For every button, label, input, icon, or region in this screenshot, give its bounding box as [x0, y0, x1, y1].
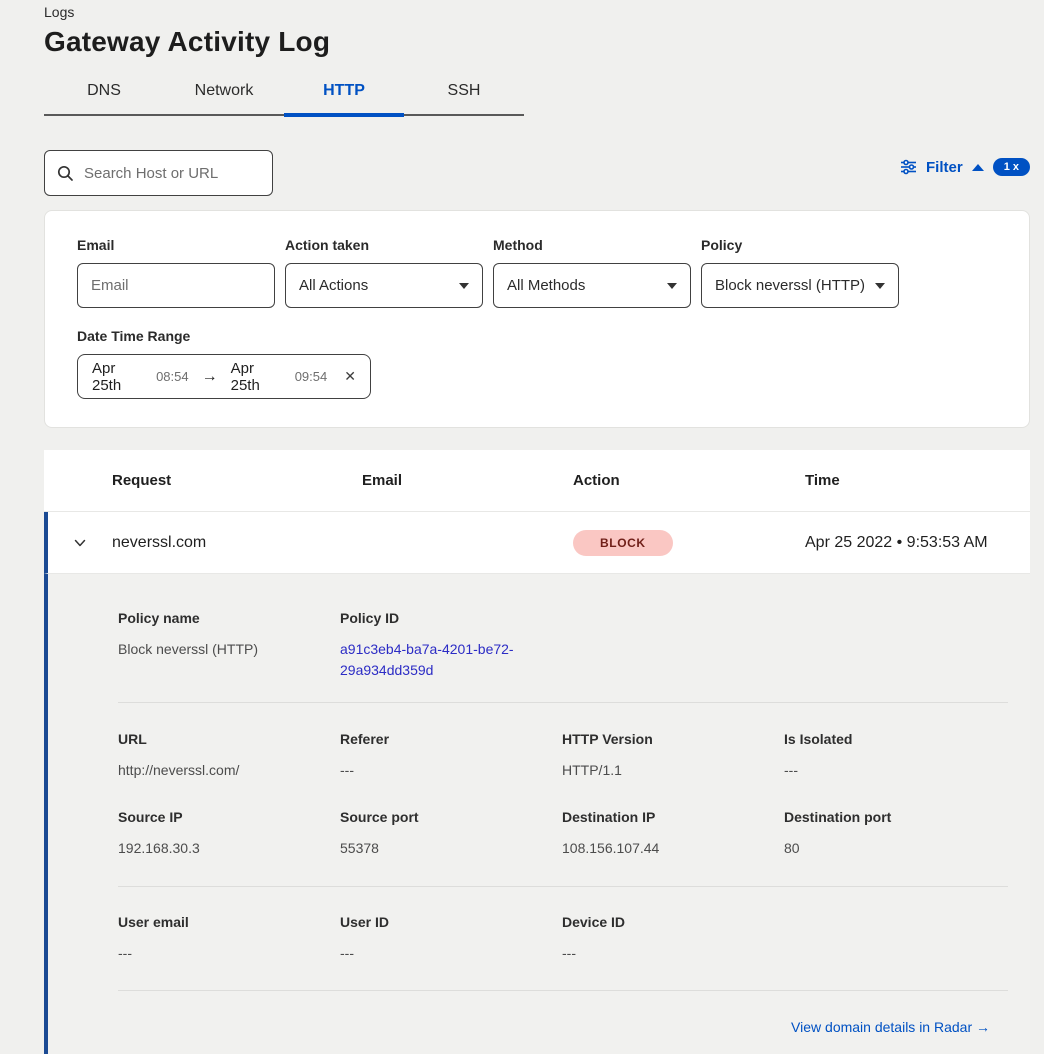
- gateway-activity-log-page: Logs Gateway Activity Log DNS Network HT…: [0, 0, 1044, 1054]
- is-isolated-label: Is Isolated: [784, 731, 1008, 747]
- header-time: Time: [805, 472, 1030, 489]
- destination-port-label: Destination port: [784, 809, 1008, 825]
- date-time-range-label: Date Time Range: [77, 328, 997, 344]
- device-id-value: ---: [562, 943, 784, 964]
- user-email-label: User email: [118, 914, 340, 930]
- filter-action-group: Action taken All Actions: [285, 237, 483, 308]
- policy-name-value: Block neverssl (HTTP): [118, 639, 340, 660]
- filter-method-group: Method All Methods: [493, 237, 691, 308]
- filter-policy-group: Policy Block neverssl (HTTP): [701, 237, 899, 308]
- user-id-field: User ID ---: [340, 914, 562, 964]
- url-field: URL http://neverssl.com/: [118, 731, 340, 781]
- source-ip-label: Source IP: [118, 809, 340, 825]
- destination-port-field: Destination port 80: [784, 809, 1008, 859]
- referer-field: Referer ---: [340, 731, 562, 781]
- chevron-up-icon: [972, 164, 984, 171]
- method-value: All Methods: [507, 277, 585, 294]
- filter-toggle[interactable]: Filter 1 x: [900, 158, 1030, 176]
- tab-network[interactable]: Network: [164, 74, 284, 114]
- source-ip-value: 192.168.30.3: [118, 838, 340, 859]
- end-time: 09:54: [295, 369, 328, 384]
- date-range-picker[interactable]: Apr 25th 08:54 → Apr 25th 09:54 ✕: [77, 354, 371, 399]
- destination-ip-label: Destination IP: [562, 809, 784, 825]
- search-icon: [57, 165, 74, 182]
- policy-value: Block neverssl (HTTP): [715, 277, 865, 294]
- is-isolated-field: Is Isolated ---: [784, 731, 1008, 781]
- tab-ssh[interactable]: SSH: [404, 74, 524, 114]
- filter-sliders-icon: [900, 159, 917, 175]
- policy-id-link[interactable]: a91c3eb4-ba7a-4201-be72-29a934dd359d: [340, 639, 540, 681]
- chevron-down-icon: [459, 283, 469, 289]
- action-taken-value: All Actions: [299, 277, 368, 294]
- policy-name-label: Policy name: [118, 610, 340, 626]
- page-title: Gateway Activity Log: [44, 26, 330, 58]
- range-arrow-icon: →: [202, 368, 218, 386]
- user-id-value: ---: [340, 943, 562, 964]
- referer-label: Referer: [340, 731, 562, 747]
- user-id-label: User ID: [340, 914, 562, 930]
- http-version-label: HTTP Version: [562, 731, 784, 747]
- policy-name-field: Policy name Block neverssl (HTTP): [118, 610, 340, 681]
- breadcrumb[interactable]: Logs: [44, 4, 74, 20]
- http-version-field: HTTP Version HTTP/1.1: [562, 731, 784, 781]
- radar-details-link[interactable]: View domain details in Radar →: [791, 1019, 990, 1035]
- policy-label: Policy: [701, 237, 899, 253]
- url-label: URL: [118, 731, 340, 747]
- tab-dns[interactable]: DNS: [44, 74, 164, 114]
- user-email-value: ---: [118, 943, 340, 964]
- section-divider: [118, 702, 1008, 703]
- source-port-field: Source port 55378: [340, 809, 562, 859]
- policy-id-label: Policy ID: [340, 610, 562, 626]
- activity-log-table: Request Email Action Time neverssl.com B…: [44, 450, 1030, 1054]
- filter-label: Filter: [926, 159, 963, 176]
- action-taken-label: Action taken: [285, 237, 483, 253]
- is-isolated-value: ---: [784, 760, 1008, 781]
- clear-date-range-icon[interactable]: ✕: [344, 368, 356, 385]
- date-time-range-group: Date Time Range Apr 25th 08:54 → Apr 25t…: [77, 328, 997, 399]
- method-label: Method: [493, 237, 691, 253]
- table-row[interactable]: neverssl.com BLOCK Apr 25 2022 • 9:53:53…: [44, 512, 1030, 574]
- device-id-field: Device ID ---: [562, 914, 784, 964]
- url-value: http://neverssl.com/: [118, 760, 340, 781]
- row-request: neverssl.com: [112, 534, 362, 552]
- email-filter-input[interactable]: [91, 277, 261, 294]
- destination-ip-field: Destination IP 108.156.107.44: [562, 809, 784, 859]
- destination-ip-value: 108.156.107.44: [562, 838, 784, 859]
- search-box: [44, 150, 273, 196]
- http-version-value: HTTP/1.1: [562, 760, 784, 781]
- filter-count-badge: 1 x: [993, 158, 1030, 176]
- policy-select[interactable]: Block neverssl (HTTP): [701, 263, 899, 308]
- method-select[interactable]: All Methods: [493, 263, 691, 308]
- header-email: Email: [362, 472, 573, 489]
- source-ip-field: Source IP 192.168.30.3: [118, 809, 340, 859]
- search-input[interactable]: [84, 165, 260, 182]
- source-port-label: Source port: [340, 809, 562, 825]
- tab-http[interactable]: HTTP: [284, 74, 404, 114]
- expanded-row-details: Policy name Block neverssl (HTTP) Policy…: [44, 574, 1030, 1054]
- user-email-field: User email ---: [118, 914, 340, 964]
- table-header-row: Request Email Action Time: [44, 450, 1030, 512]
- tab-bar: DNS Network HTTP SSH: [44, 74, 524, 116]
- referer-value: ---: [340, 760, 562, 781]
- row-time: Apr 25 2022 • 9:53:53 AM: [805, 534, 1030, 552]
- policy-id-field: Policy ID a91c3eb4-ba7a-4201-be72-29a934…: [340, 610, 562, 681]
- section-divider: [118, 990, 1008, 991]
- header-request: Request: [112, 472, 362, 489]
- destination-port-value: 80: [784, 838, 1008, 859]
- header-action: Action: [573, 472, 805, 489]
- block-status-badge: BLOCK: [573, 530, 673, 556]
- device-id-label: Device ID: [562, 914, 784, 930]
- email-label: Email: [77, 237, 275, 253]
- filter-panel: Email Action taken All Actions Method Al…: [44, 210, 1030, 428]
- end-date: Apr 25th: [231, 360, 286, 394]
- source-port-value: 55378: [340, 838, 562, 859]
- section-divider: [118, 886, 1008, 887]
- chevron-down-icon: [875, 283, 885, 289]
- row-expand-chevron-icon[interactable]: [72, 535, 88, 551]
- action-taken-select[interactable]: All Actions: [285, 263, 483, 308]
- start-time: 08:54: [156, 369, 189, 384]
- chevron-down-icon: [667, 283, 677, 289]
- start-date: Apr 25th: [92, 360, 147, 394]
- filter-email-group: Email: [77, 237, 275, 308]
